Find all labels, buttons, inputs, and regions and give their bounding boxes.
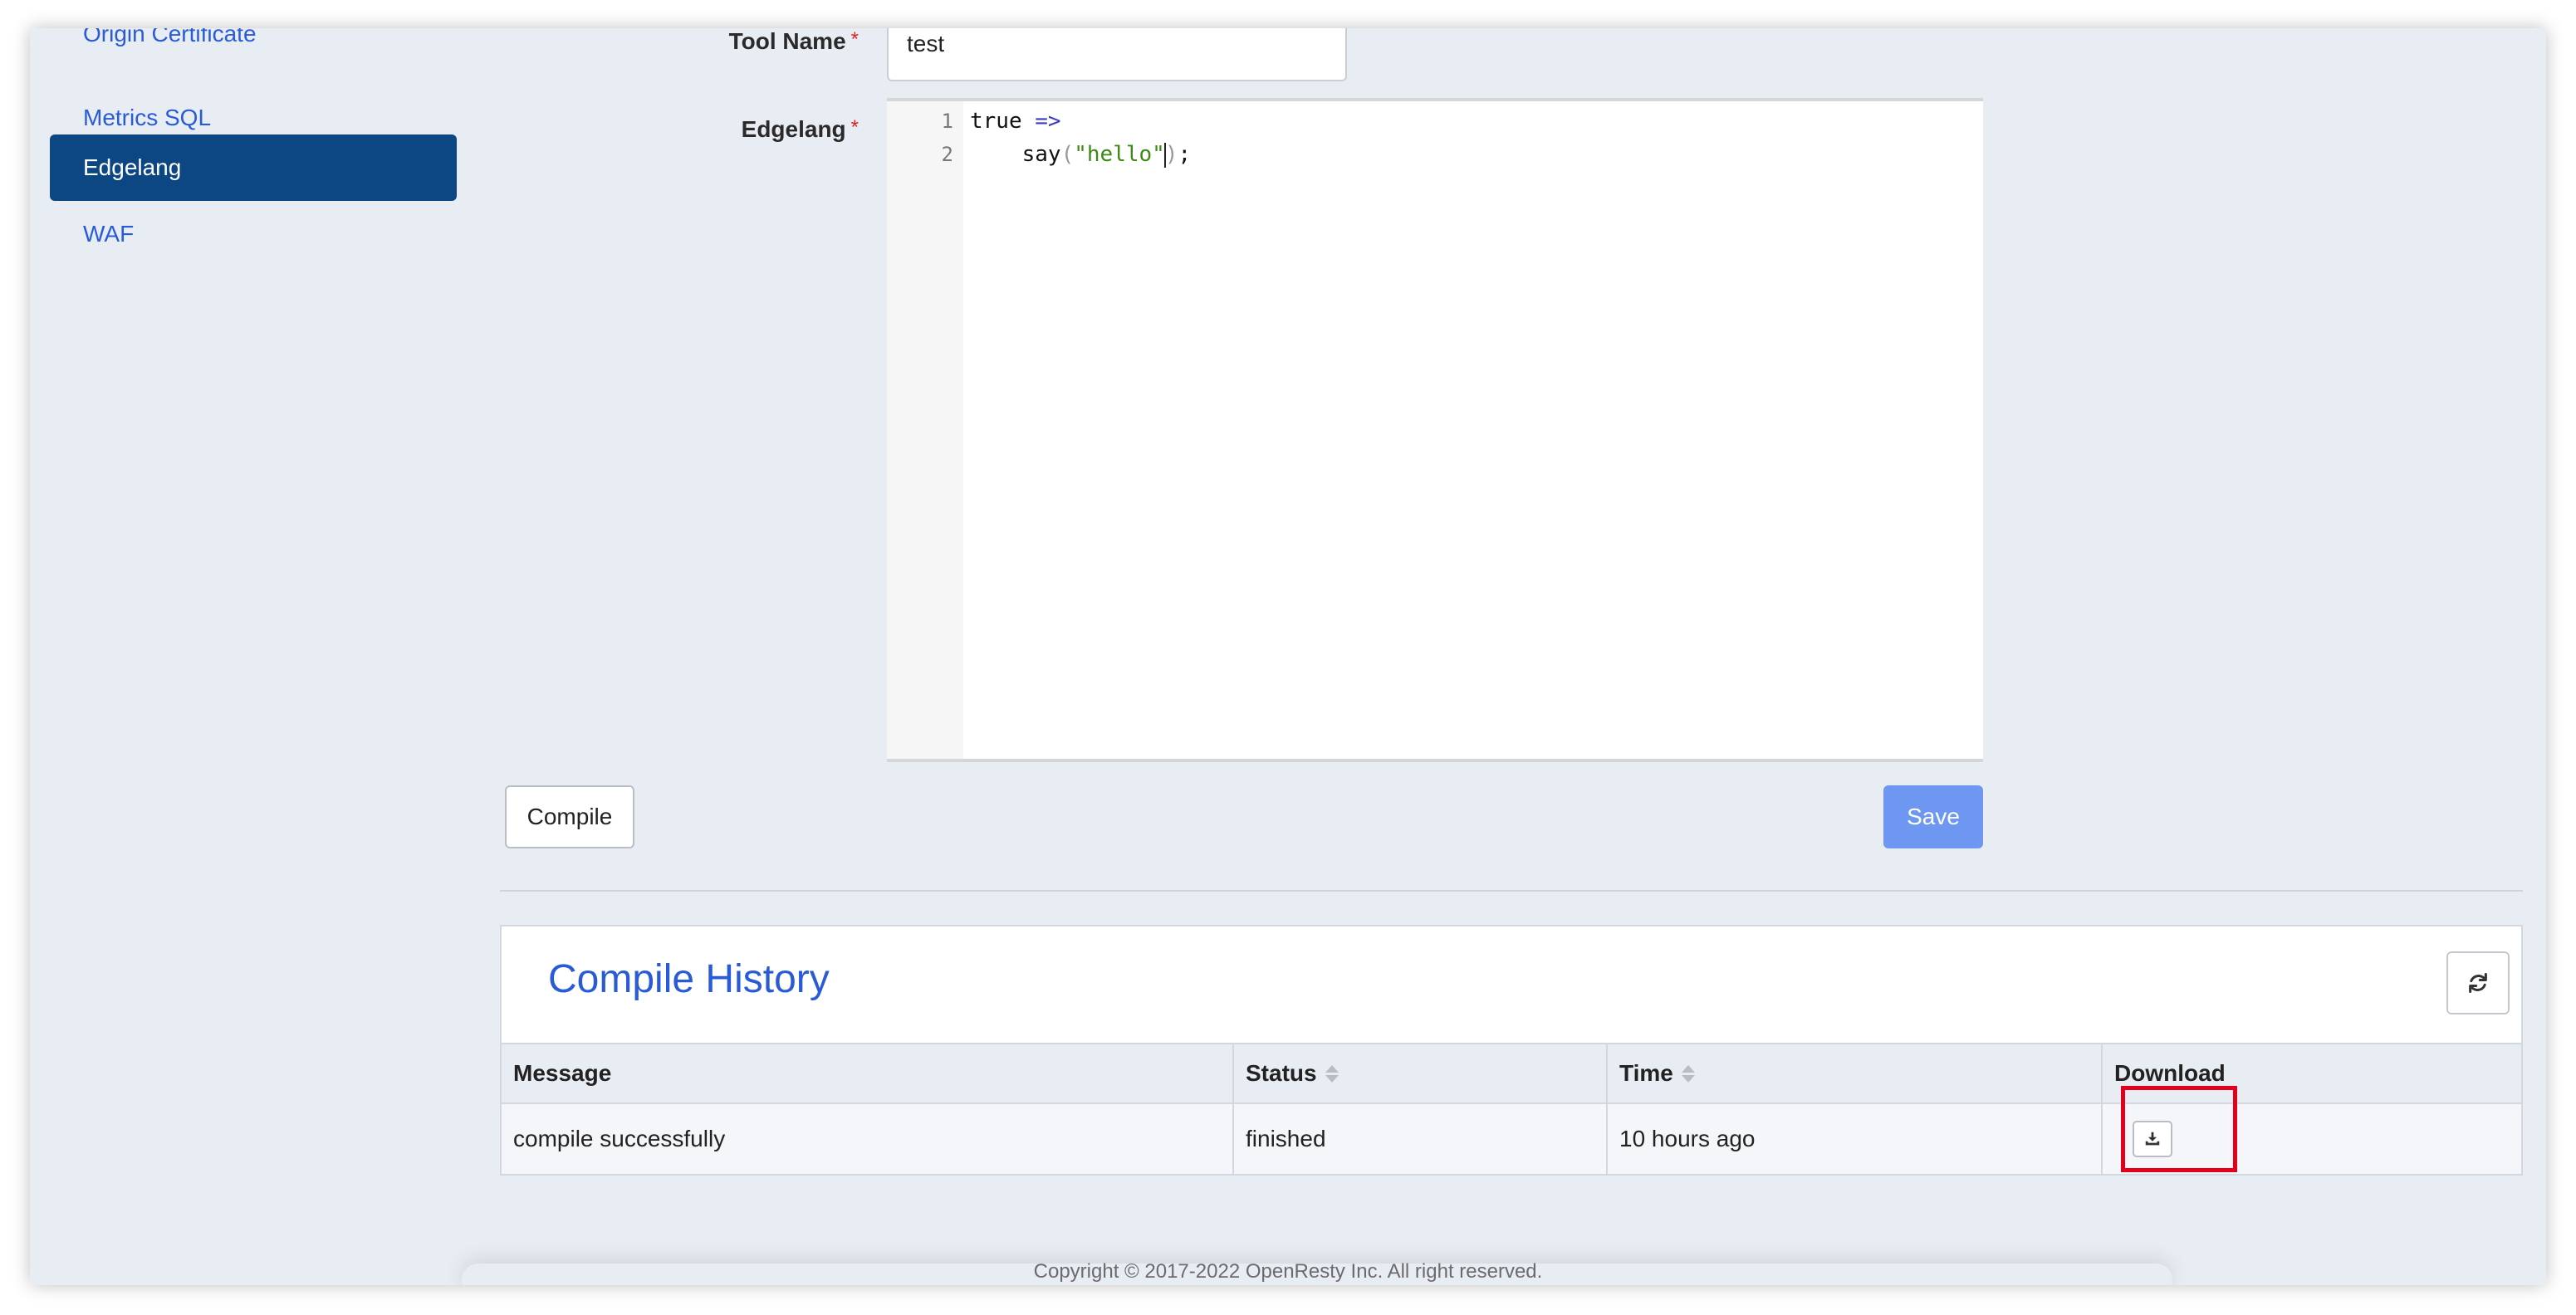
compile-button[interactable]: Compile	[505, 785, 634, 848]
line-number: 1	[941, 110, 953, 133]
footer-copyright: Copyright © 2017-2022 OpenResty Inc. All…	[1033, 1260, 1543, 1283]
col-status-label: Status	[1246, 1060, 1317, 1086]
code-line-2: say("hello");	[970, 138, 1191, 171]
tool-name-input[interactable]: test	[887, 28, 1347, 81]
col-message: Message	[502, 1044, 1234, 1102]
edgelang-label-text: Edgelang	[741, 116, 846, 142]
code-paren: (	[1060, 142, 1075, 167]
refresh-icon	[2469, 972, 2487, 994]
save-button[interactable]: Save	[1883, 785, 1983, 848]
tool-name-label-text: Tool Name	[728, 28, 846, 54]
panel-title: Compile History	[548, 957, 830, 1001]
column-separator	[1606, 1043, 1608, 1174]
sidebar-item-waf[interactable]: WAF	[50, 201, 457, 267]
app-window: Origin Certificate Metrics SQL Edgelang …	[30, 28, 2546, 1285]
sidebar-item-label: Edgelang	[83, 154, 182, 180]
highlight-box	[2121, 1086, 2237, 1172]
edgelang-label: Edgelang *	[742, 116, 859, 143]
code-string: "hello"	[1074, 142, 1165, 167]
cell-time: 10 hours ago	[1619, 1126, 1756, 1151]
sidebar-item-edgelang[interactable]: Edgelang	[50, 134, 457, 201]
sidebar-item-origin-certificate[interactable]: Origin Certificate	[50, 28, 457, 61]
line-number: 2	[941, 143, 953, 166]
refresh-button[interactable]	[2446, 951, 2510, 1014]
tool-name-label: Tool Name *	[729, 28, 859, 55]
sidebar-item-label: Metrics SQL	[83, 105, 212, 130]
col-time-label: Time	[1619, 1060, 1673, 1086]
column-separator	[2101, 1043, 2103, 1174]
col-time[interactable]: Time	[1608, 1044, 2103, 1102]
code-paren: )	[1164, 142, 1178, 167]
sidebar-item-label: Origin Certificate	[83, 28, 257, 46]
code-operator: =>	[1035, 109, 1061, 134]
code-keyword: true	[970, 109, 1022, 134]
col-download-label: Download	[2114, 1060, 2226, 1086]
sort-icon	[1681, 1064, 1695, 1083]
cell-message: compile successfully	[513, 1126, 726, 1151]
code-semicolon: ;	[1178, 142, 1192, 167]
cell-status: finished	[1246, 1126, 1326, 1151]
sidebar-item-label: WAF	[83, 221, 135, 247]
tool-name-value: test	[907, 31, 945, 56]
required-mark: *	[850, 116, 859, 139]
col-status[interactable]: Status	[1234, 1044, 1608, 1102]
required-mark: *	[850, 28, 859, 51]
code-line-1: true =>	[970, 105, 1061, 138]
editor-gutter: 1 2	[887, 101, 963, 759]
code-editor[interactable]: 1 2 true => say("hello");	[887, 98, 1983, 762]
column-separator	[1232, 1043, 1234, 1174]
col-message-label: Message	[513, 1060, 612, 1086]
sort-icon	[1325, 1064, 1339, 1083]
section-divider	[500, 890, 2523, 892]
code-function: say	[1021, 142, 1061, 167]
